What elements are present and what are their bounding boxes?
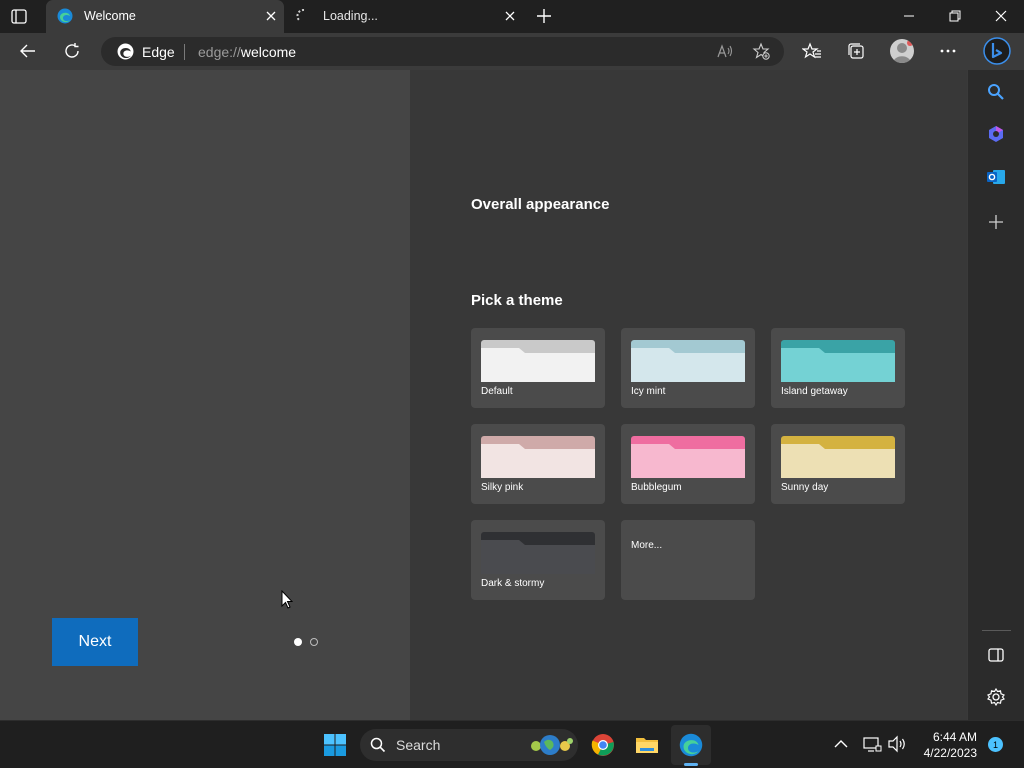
theme-preview-folder [781, 340, 895, 382]
theme-label: Default [481, 386, 513, 397]
volume-icon[interactable] [887, 735, 907, 753]
collections-icon[interactable] [846, 41, 866, 61]
more-themes-label: More... [631, 540, 663, 551]
theme-preview-folder [781, 436, 895, 478]
theme-label: Island getaway [781, 386, 848, 397]
show-hidden-icons-icon[interactable] [832, 735, 850, 753]
tab-welcome[interactable]: Welcome [46, 0, 284, 33]
theme-card-icy-mint[interactable]: Icy mint [621, 328, 755, 408]
copilot-icon[interactable] [986, 124, 1006, 144]
edge-taskbar-icon[interactable] [679, 733, 703, 757]
clock-date: 4/22/2023 [923, 746, 977, 760]
theme-preview-folder [481, 532, 595, 574]
theme-label: Bubblegum [631, 482, 682, 493]
new-tab-icon[interactable] [535, 7, 553, 25]
theme-preview-folder [481, 340, 595, 382]
theme-label: Sunny day [781, 482, 829, 493]
close-tab-icon[interactable] [503, 9, 517, 23]
minimize-icon[interactable] [901, 8, 917, 24]
theme-preview-folder [631, 340, 745, 382]
favorites-icon[interactable] [801, 41, 822, 61]
theme-preview-folder [481, 436, 595, 478]
theme-card-more[interactable]: More... [621, 520, 755, 600]
page-indicator-active[interactable] [294, 638, 302, 646]
more-options-icon[interactable] [938, 41, 958, 61]
back-icon[interactable] [18, 41, 38, 61]
edge-icon [57, 8, 73, 24]
add-favorite-icon[interactable] [752, 42, 770, 60]
overall-appearance-heading: Overall appearance [471, 196, 610, 213]
clock-time: 6:44 AM [932, 730, 977, 744]
notification-badge[interactable]: 1 [988, 737, 1003, 752]
bing-copilot-icon[interactable] [983, 37, 1011, 65]
taskbar: Search 6:44 AM 4/22/2023 1 [0, 720, 1024, 768]
next-button[interactable]: Next [52, 618, 138, 666]
search-icon [370, 737, 386, 753]
theme-preview-folder [631, 436, 745, 478]
site-label: Edge [142, 44, 175, 60]
close-window-icon[interactable] [993, 8, 1009, 24]
theme-card-default[interactable]: Default [471, 328, 605, 408]
tab-actions-icon[interactable] [10, 8, 28, 25]
theme-card-sunny-day[interactable]: Sunny day [771, 424, 905, 504]
add-sidebar-app-icon[interactable] [986, 212, 1006, 232]
refresh-icon[interactable] [62, 41, 82, 61]
start-menu-icon[interactable] [323, 733, 347, 757]
toolbar: Edge edge://welcome [0, 33, 1024, 70]
profile-avatar[interactable] [890, 39, 914, 63]
theme-label: Dark & stormy [481, 578, 545, 589]
system-clock[interactable]: 6:44 AM 4/22/2023 [918, 729, 977, 761]
pick-theme-heading: Pick a theme [471, 292, 563, 309]
network-icon[interactable] [862, 735, 882, 753]
loading-spinner-icon [296, 8, 312, 24]
tab-title: Loading... [323, 9, 378, 23]
tab-loading[interactable]: Loading... [289, 0, 523, 33]
search-label: Search [396, 737, 441, 753]
chrome-icon[interactable] [591, 733, 615, 757]
restore-icon[interactable] [947, 8, 963, 24]
search-icon[interactable] [986, 82, 1006, 102]
search-highlight-earth-icon [531, 735, 573, 755]
tab-title: Welcome [84, 9, 136, 23]
file-explorer-icon[interactable] [635, 733, 659, 757]
theme-card-bubblegum[interactable]: Bubblegum [621, 424, 755, 504]
edge-sidebar [967, 70, 1024, 720]
theme-card-silky-pink[interactable]: Silky pink [471, 424, 605, 504]
sidebar-divider [982, 630, 1011, 631]
theme-label: Silky pink [481, 482, 524, 493]
hide-sidebar-icon[interactable] [986, 645, 1006, 665]
page-indicator-inactive[interactable] [310, 638, 318, 646]
address-bar[interactable]: Edge edge://welcome [101, 37, 784, 66]
taskbar-search[interactable]: Search [360, 729, 578, 761]
close-tab-icon[interactable] [264, 9, 278, 23]
tab-strip: Welcome Loading... [0, 0, 1024, 33]
mouse-cursor-icon [281, 589, 294, 610]
theme-label: Icy mint [631, 386, 666, 397]
url-text[interactable]: edge://welcome [198, 44, 296, 60]
outlook-icon[interactable] [986, 167, 1006, 187]
address-separator [184, 44, 185, 60]
theme-card-dark-stormy[interactable]: Dark & stormy [471, 520, 605, 600]
running-app-indicator [684, 763, 698, 766]
read-aloud-icon[interactable] [716, 42, 734, 60]
theme-card-island-getaway[interactable]: Island getaway [771, 328, 905, 408]
edge-logo-icon [117, 43, 134, 60]
sidebar-settings-icon[interactable] [986, 687, 1006, 707]
